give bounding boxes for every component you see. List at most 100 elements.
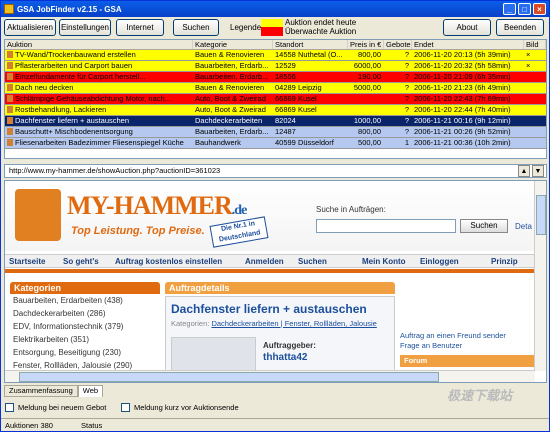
category-link[interactable]: EDV, Informationstechnik (379)	[10, 320, 160, 333]
nav-suchen[interactable]: Suchen	[298, 257, 327, 266]
nav-einloggen[interactable]: Einloggen	[420, 257, 459, 266]
site-header: MY-HAMMER.de Top Leistung. Top Preise. D…	[5, 181, 535, 251]
table-row[interactable]: Bauschutt+ Mischbodenentsorgung Bauarbeit…	[5, 127, 546, 138]
browser-vertical-scrollbar[interactable]	[534, 181, 546, 371]
forum-header: Forum	[400, 355, 535, 367]
col-standort[interactable]: Standort	[273, 40, 348, 49]
table-row[interactable]: TV-Wand/Trockenbauwand erstellen Bauen & …	[5, 50, 546, 61]
col-endet[interactable]: Endet	[412, 40, 524, 49]
minimize-button[interactable]: _	[503, 3, 516, 15]
col-gebote[interactable]: Gebote	[384, 40, 412, 49]
table-row[interactable]: Dach neu decken Bauen & Renovieren 04289 L…	[5, 83, 546, 94]
cell-preis: 190,00	[358, 72, 381, 81]
scroll-down-button[interactable]: ▼	[532, 165, 544, 177]
col-bild[interactable]: Bild	[524, 40, 546, 49]
search-button[interactable]: Suchen	[173, 19, 219, 36]
col-auktion[interactable]: Auktion	[5, 40, 193, 49]
ask-user-link[interactable]: Frage an Benutzer	[400, 341, 535, 351]
table-row[interactable]: Dachfenster liefern + austauschen Dachdec…	[5, 116, 546, 127]
details-panel: Auftragdetails Dachfenster liefern + aus…	[165, 282, 395, 382]
site-search-input[interactable]	[316, 219, 456, 233]
table-row[interactable]: Fliesenarbeiten Badezimmer Fliesenspiege…	[5, 138, 546, 149]
cell-auktion: TV-Wand/Trockenbauwand erstellen	[5, 50, 193, 60]
auction-icon	[7, 95, 13, 102]
nav-startseite[interactable]: Startseite	[9, 257, 45, 266]
close-button[interactable]: ×	[533, 3, 546, 15]
nav-prinzip[interactable]: Prinzip	[491, 257, 518, 266]
browser-horizontal-scrollbar[interactable]	[5, 370, 535, 382]
cell-auktion: Einzelfundamente für Carport herstell...	[5, 72, 193, 82]
new-bid-checkbox[interactable]: Meldung bei neuem Gebot	[5, 403, 106, 412]
cell-standort: 14558 Nuthetal (O...	[275, 50, 343, 59]
cell-auktion: Dachfenster liefern + austauschen	[5, 116, 193, 126]
cell-auktion: Fliesenarbeiten Badezimmer Fliesenspiege…	[5, 138, 193, 148]
app-window: GSA JobFinder v2.15 - GSA _ □ × Aktualis…	[0, 0, 550, 432]
nav-mein-konto[interactable]: Mein Konto	[362, 257, 406, 266]
cell-standort: 40599 Düsseldorf	[275, 138, 334, 147]
cell-endet: 2006-11-20 21:09 (6h 35min)	[414, 72, 511, 81]
site-search-button[interactable]: Suchen	[460, 219, 508, 233]
exit-button[interactable]: Beenden	[496, 19, 544, 36]
legend-yellow-text: Auktion endet heute	[285, 18, 357, 27]
cell-preis: 5000,00	[353, 83, 381, 92]
auction-icon	[7, 139, 13, 146]
tab-web[interactable]: Web	[77, 385, 104, 397]
auction-grid[interactable]: Auktion Kategorie Standort Preis in € Ge…	[4, 39, 547, 159]
grid-header: Auktion Kategorie Standort Preis in € Ge…	[5, 40, 546, 50]
nr1-badge: Die Nr.1 in Deutschland	[209, 216, 269, 248]
url-field[interactable]: http://www.my-hammer.de/showAuction.php?…	[4, 164, 547, 178]
maximize-button[interactable]: □	[518, 3, 531, 15]
nav-so-gehts[interactable]: So geht's	[63, 257, 99, 266]
cell-bild	[524, 138, 546, 148]
settings-button[interactable]: Einstellungen	[59, 19, 111, 36]
category-link[interactable]: Bauarbeiten, Erdarbeiten (438)	[10, 294, 160, 307]
auction-end-checkbox[interactable]: Meldung kurz vor Auktionsende	[121, 403, 239, 412]
internet-button[interactable]: Internet	[116, 19, 164, 36]
hammer-logo-icon	[15, 189, 61, 241]
col-preis[interactable]: Preis in €	[348, 40, 384, 49]
cell-gebote: 1	[404, 138, 409, 147]
send-to-friend-link[interactable]: Auftrag an einen Freund sender	[400, 331, 535, 341]
nav-auftrag-einstellen[interactable]: Auftrag kostenlos einstellen	[115, 257, 222, 266]
legend-swatch	[261, 19, 283, 36]
legend-text: Auktion endet heute Überwachte Auktion	[285, 18, 356, 36]
category-link[interactable]: Elektrikarbeiten (351)	[10, 333, 160, 346]
grid-body: TV-Wand/Trockenbauwand erstellen Bauen & …	[5, 50, 546, 149]
watermark: 极速下载站	[447, 388, 513, 403]
scroll-up-button[interactable]: ▲	[518, 165, 530, 177]
orange-divider	[5, 269, 535, 273]
about-button[interactable]: About	[443, 19, 491, 36]
category-links[interactable]: Dachdeckerarbeiten | Fenster, Rollläden,…	[211, 319, 376, 328]
categories-panel: Kategorien Bauarbeiten, Erdarbeiten (438…	[10, 282, 160, 382]
nav-anmelden[interactable]: Anmelden	[245, 257, 284, 266]
site-search-label: Suche in Aufträgen:	[316, 205, 386, 214]
client-username[interactable]: thhatta42	[263, 352, 307, 363]
table-row[interactable]: Pflasterarbeiten und Carport bauen Bauarb…	[5, 61, 546, 72]
details-link[interactable]: Deta	[515, 222, 532, 231]
cell-bild	[524, 127, 546, 137]
cell-endet: 2006-11-20 22:43 (7h 69min)	[414, 94, 511, 103]
window-title: GSA JobFinder v2.15 - GSA	[17, 4, 122, 14]
auction-icon	[7, 117, 13, 124]
cell-endet: 2006-11-20 20:13 (5h 39min)	[414, 50, 511, 59]
table-row[interactable]: Schlämpige Gehäuseabdichtung Motor, nach…	[5, 94, 546, 105]
cell-gebote: ?	[404, 105, 409, 114]
table-row[interactable]: Einzelfundamente für Carport herstell...…	[5, 72, 546, 83]
auction-count: Auktionen 380	[5, 421, 53, 430]
cell-standort: 66869 Kusel	[275, 105, 317, 114]
cell-preis: 6000,00	[353, 61, 381, 70]
category-link[interactable]: Entsorgung, Beseitigung (230)	[10, 346, 160, 359]
table-row[interactable]: Rostbehandlung, Lackieren Auto, Boot & Zw…	[5, 105, 546, 116]
cell-kategorie: Bauarbeiten, Erdarb...	[195, 127, 269, 136]
site-logo[interactable]: MY-HAMMER.de	[67, 191, 247, 221]
web-browser-pane: MY-HAMMER.de Top Leistung. Top Preise. D…	[4, 180, 547, 383]
cell-standort: 66869 Kusel	[275, 94, 317, 103]
tab-zusammenfassung[interactable]: Zusammenfassung	[4, 385, 78, 397]
refresh-button[interactable]: Aktualisieren	[4, 19, 56, 36]
cell-standort: 12487	[275, 127, 296, 136]
cell-kategorie: Bauen & Renovieren	[195, 50, 265, 59]
cell-gebote: ?	[404, 116, 409, 125]
cell-kategorie: Auto, Boot & Zweirad	[195, 94, 266, 103]
col-kategorie[interactable]: Kategorie	[193, 40, 273, 49]
category-link[interactable]: Dachdeckerarbeiten (286)	[10, 307, 160, 320]
